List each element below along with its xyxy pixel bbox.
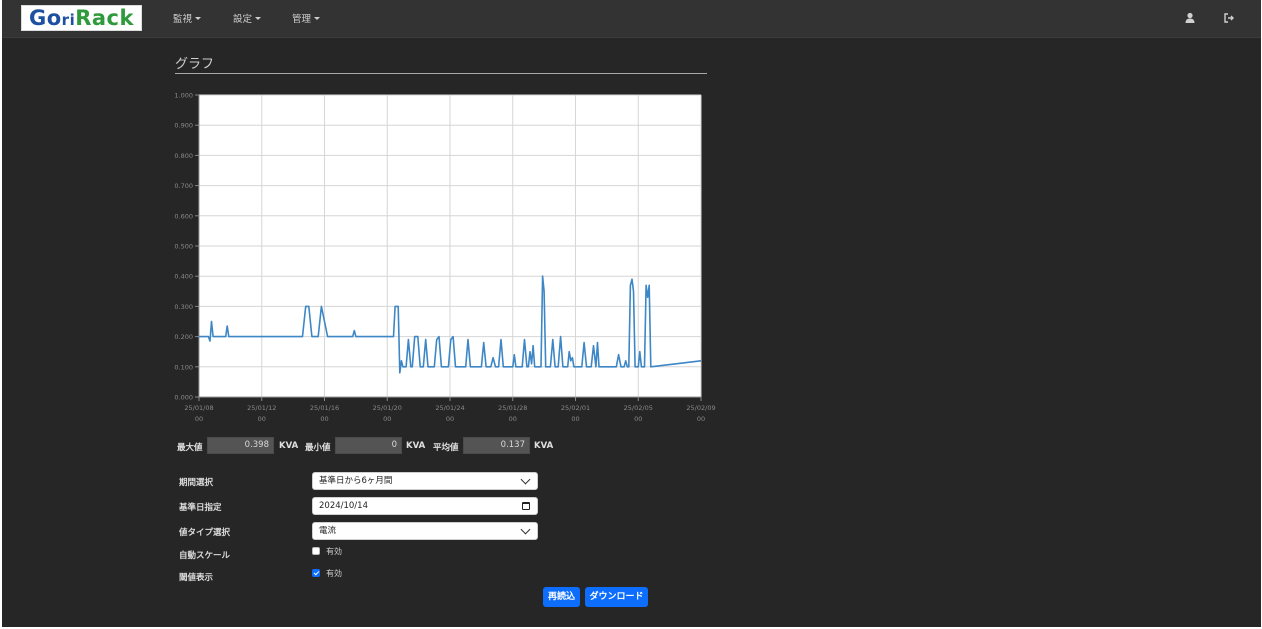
- max-label: 最大値: [177, 443, 203, 453]
- basedate-label: 基準日指定: [179, 503, 222, 513]
- x-tick-label-time: 00: [195, 415, 203, 423]
- min-value-field: 0: [335, 437, 402, 454]
- x-tick-label-time: 00: [697, 415, 705, 423]
- x-tick-label-date: 25/01/24: [435, 404, 464, 412]
- page-title: グラフ: [175, 57, 215, 72]
- x-tick-label-date: 25/01/12: [247, 404, 276, 412]
- avg-value-field: 0.137: [463, 437, 530, 454]
- x-tick-label-date: 25/01/16: [310, 404, 339, 412]
- x-tick-label-date: 25/02/05: [624, 404, 653, 412]
- period-select[interactable]: 基準日から6ヶ月間: [312, 472, 538, 490]
- valuetype-select[interactable]: 電流: [312, 522, 538, 540]
- y-tick-label: 0.800: [174, 152, 193, 160]
- y-tick-label: 0.000: [174, 394, 193, 402]
- max-value-field: 0.398: [207, 437, 274, 454]
- x-tick-label-date: 25/02/09: [686, 404, 715, 412]
- autoscale-checkbox-label: 有効: [326, 547, 342, 556]
- app-frame: GoriRack 監視 設定 管理 グラフ 1.000 0.900 0.800 0.7…: [2, 0, 1261, 627]
- valuetype-label: 値タイプ選択: [179, 528, 231, 538]
- threshold-label: 閾値表示: [179, 573, 214, 583]
- download-button[interactable]: ダウンロード: [585, 587, 648, 607]
- y-tick-label: 0.500: [174, 243, 193, 251]
- x-tick-label-time: 00: [509, 415, 517, 423]
- x-tick-label-date: 25/01/08: [184, 404, 213, 412]
- chevron-down-icon: [520, 474, 531, 485]
- x-tick-label-time: 00: [446, 415, 454, 423]
- reload-button[interactable]: 再読込: [543, 587, 580, 607]
- period-label: 期間選択: [179, 478, 214, 488]
- y-tick-label: 1.000: [174, 92, 193, 100]
- y-tick-label: 0.300: [174, 303, 193, 311]
- threshold-checkbox-label: 有効: [326, 569, 342, 578]
- autoscale-label: 自動スケール: [179, 551, 231, 561]
- autoscale-checkbox[interactable]: [312, 547, 320, 555]
- x-tick-label-time: 00: [258, 415, 266, 423]
- x-tick-label-date: 25/02/01: [561, 404, 590, 412]
- caret-down-icon: [255, 17, 262, 20]
- logo[interactable]: GoriRack: [21, 5, 142, 31]
- title-divider: [175, 73, 707, 74]
- basedate-input[interactable]: 2024/10/14: [312, 497, 538, 515]
- y-tick-label: 0.900: [174, 122, 193, 130]
- x-tick-label-date: 25/01/28: [498, 404, 527, 412]
- x-tick-label-time: 00: [383, 415, 391, 423]
- y-tick-label: 0.100: [174, 363, 193, 371]
- y-tick-label: 0.400: [174, 273, 193, 281]
- menu-admin[interactable]: 管理: [292, 11, 321, 25]
- min-label: 最小値: [305, 443, 331, 453]
- avg-label: 平均値: [433, 443, 459, 453]
- caret-down-icon: [195, 17, 202, 20]
- x-tick-label-time: 00: [634, 415, 642, 423]
- navbar: GoriRack 監視 設定 管理: [2, 0, 1261, 38]
- threshold-checkbox[interactable]: [312, 569, 320, 577]
- avg-unit: KVA: [534, 441, 554, 451]
- menu-monitor[interactable]: 監視: [173, 11, 202, 25]
- calendar-icon[interactable]: [522, 502, 530, 510]
- max-unit: KVA: [279, 441, 299, 451]
- user-icon[interactable]: [1183, 11, 1197, 25]
- x-tick-label-time: 00: [320, 415, 328, 423]
- x-tick-label-time: 00: [571, 415, 579, 423]
- x-tick-label-date: 25/01/20: [373, 404, 402, 412]
- menu-settings[interactable]: 設定: [233, 11, 262, 25]
- min-unit: KVA: [406, 441, 426, 451]
- caret-down-icon: [314, 17, 321, 20]
- y-tick-label: 0.600: [174, 212, 193, 220]
- sign-out-icon[interactable]: [1222, 11, 1236, 25]
- y-tick-label: 0.200: [174, 333, 193, 341]
- line-chart: 1.000 0.900 0.800 0.700 0.600 0.500 0.400 0.300…: [174, 92, 715, 424]
- chevron-down-icon: [520, 524, 531, 535]
- y-tick-label: 0.700: [174, 182, 193, 190]
